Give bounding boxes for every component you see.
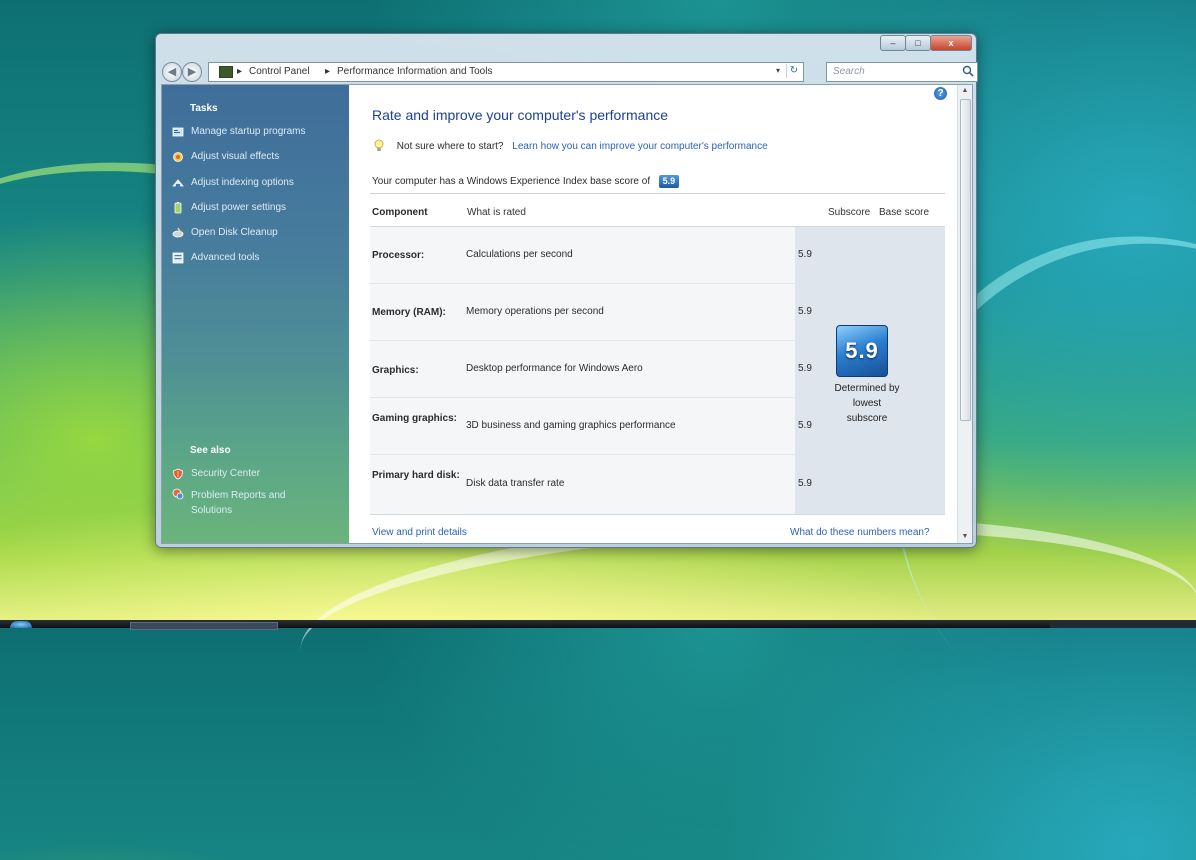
row-component: Memory (RAM): (372, 307, 446, 318)
table-row: Memory (RAM): Memory operations per seco… (370, 284, 812, 341)
see-also-security-center[interactable]: Security Center (172, 468, 260, 480)
what-numbers-mean-link[interactable]: What do these numbers mean? (790, 527, 930, 538)
table-row: Gaming graphics: 3D business and gaming … (370, 398, 812, 455)
caption-buttons: – □ x (880, 35, 972, 51)
row-what: Memory operations per second (466, 306, 604, 317)
base-score-badge-large: 5.9 (836, 325, 888, 377)
breadcrumb-separator: ▸ (237, 66, 243, 77)
address-area: ▸ Control Panel ▸ Performance Informatio… (208, 62, 998, 82)
header-base-score: Base score (879, 207, 930, 218)
learn-more-link[interactable]: Learn how you can improve your computer'… (512, 141, 767, 152)
title-bar[interactable]: – □ x (156, 34, 976, 56)
row-what: Disk data transfer rate (466, 478, 565, 489)
table-row: Primary hard disk: Disk data transfer ra… (370, 455, 812, 512)
minimize-button[interactable]: – (880, 35, 906, 51)
task-manage-startup-programs[interactable]: Manage startup programs (172, 126, 306, 138)
tip-text: Not sure where to start? (396, 140, 504, 152)
row-component: Processor: (372, 250, 425, 261)
problem-reports-icon (172, 488, 184, 500)
notification-area (1050, 622, 1196, 628)
security-center-icon (173, 468, 183, 480)
task-open-disk-cleanup[interactable]: Open Disk Cleanup (172, 227, 278, 239)
header-subscore: Subscore (828, 207, 871, 218)
advanced-tools-icon (172, 252, 184, 264)
address-bar[interactable]: ▸ Control Panel ▸ Performance Informatio… (208, 62, 804, 82)
score-caption: Determined by lowest subscore (834, 383, 900, 424)
task-advanced-tools[interactable]: Advanced tools (172, 252, 259, 264)
disk-cleanup-icon (172, 227, 184, 238)
base-score-text: Your computer has a Windows Experience I… (372, 176, 651, 188)
scroll-up-arrow[interactable]: ▲ (958, 85, 972, 97)
task-label: Advanced tools (191, 252, 260, 263)
task-label: Adjust visual effects (191, 151, 280, 162)
help-icon[interactable]: ? (934, 87, 947, 100)
breadcrumb-performance[interactable]: Performance Information and Tools (337, 66, 492, 77)
search-placeholder: Search (833, 66, 865, 77)
search-input[interactable]: Search (826, 62, 978, 82)
header-component: Component (372, 207, 428, 218)
row-subscore: 5.9 (798, 363, 812, 374)
view-print-details-link[interactable]: View and print details (372, 527, 467, 538)
task-label: Open Disk Cleanup (191, 227, 278, 238)
task-label: Adjust indexing options (191, 177, 294, 188)
see-also-heading: See also (190, 445, 231, 456)
task-pane: Tasks Manage startup programs Adjust vis… (162, 85, 349, 543)
vertical-scrollbar[interactable]: ▲ ▼ (957, 85, 972, 543)
chevron-down-icon[interactable]: ▾ (773, 64, 783, 78)
row-component: Graphics: (372, 365, 419, 376)
startup-programs-icon (172, 127, 184, 137)
lightbulb-icon (374, 139, 384, 151)
see-also-label: Problem Reports and Solutions (191, 490, 286, 516)
row-subscore: 5.9 (798, 306, 812, 317)
row-subscore: 5.9 (798, 478, 812, 489)
forward-button[interactable]: ▶ (182, 62, 202, 82)
score-table: Processor: Calculations per second 5.9 M… (370, 226, 945, 515)
visual-effects-icon (173, 152, 183, 162)
scroll-down-arrow[interactable]: ▼ (958, 531, 972, 543)
page-title: Rate and improve your computer's perform… (372, 107, 669, 123)
task-adjust-power-settings[interactable]: Adjust power settings (172, 202, 286, 214)
row-component: Gaming graphics: (372, 413, 458, 424)
see-also-label: Security Center (191, 468, 260, 479)
table-row: Graphics: Desktop performance for Window… (370, 341, 812, 398)
control-panel-icon (219, 66, 233, 78)
row-what: Calculations per second (466, 249, 573, 260)
back-button[interactable]: ◀ (162, 62, 182, 82)
start-button[interactable] (10, 621, 32, 628)
scroll-thumb[interactable] (960, 99, 971, 421)
indexing-options-icon (172, 179, 184, 187)
control-panel-window: – □ x ◀ ▶ ▸ Control Panel ▸ Performance … (155, 33, 978, 548)
row-what: 3D business and gaming graphics performa… (466, 420, 676, 431)
taskbar-window-button[interactable] (130, 622, 278, 630)
refresh-icon[interactable]: ↻ (786, 64, 801, 78)
power-settings-icon (174, 202, 182, 214)
breadcrumb-separator: ▸ (325, 66, 331, 77)
main-panel: ? Rate and improve your computer's perfo… (350, 85, 950, 543)
task-label: Adjust power settings (191, 202, 287, 213)
header-what-is-rated: What is rated (467, 207, 526, 218)
task-adjust-visual-effects[interactable]: Adjust visual effects (172, 151, 279, 163)
row-subscore: 5.9 (798, 249, 812, 260)
search-icon[interactable] (962, 65, 974, 77)
task-label: Manage startup programs (191, 126, 306, 137)
row-subscore: 5.9 (798, 420, 812, 431)
table-header: Component What is rated Subscore Base sc… (372, 207, 947, 221)
breadcrumb-control-panel[interactable]: Control Panel (249, 66, 310, 77)
content-area: Tasks Manage startup programs Adjust vis… (161, 84, 973, 544)
see-also-problem-reports[interactable]: Problem Reports and Solutions (172, 488, 322, 518)
base-score-row: Your computer has a Windows Experience I… (372, 175, 679, 188)
row-component: Primary hard disk: (372, 470, 460, 481)
row-what: Desktop performance for Windows Aero (466, 363, 643, 374)
task-adjust-indexing-options[interactable]: Adjust indexing options (172, 177, 294, 189)
maximize-button[interactable]: □ (905, 35, 931, 51)
tasks-heading: Tasks (190, 103, 218, 114)
tip-row: Not sure where to start? Learn how you c… (374, 139, 768, 153)
navigation-bar: ◀ ▶ ▸ Control Panel ▸ Performance Inform… (162, 60, 978, 84)
divider (370, 193, 945, 194)
base-score-badge: 5.9 (658, 175, 679, 188)
close-button[interactable]: x (930, 35, 972, 51)
table-row: Processor: Calculations per second 5.9 (370, 227, 812, 284)
